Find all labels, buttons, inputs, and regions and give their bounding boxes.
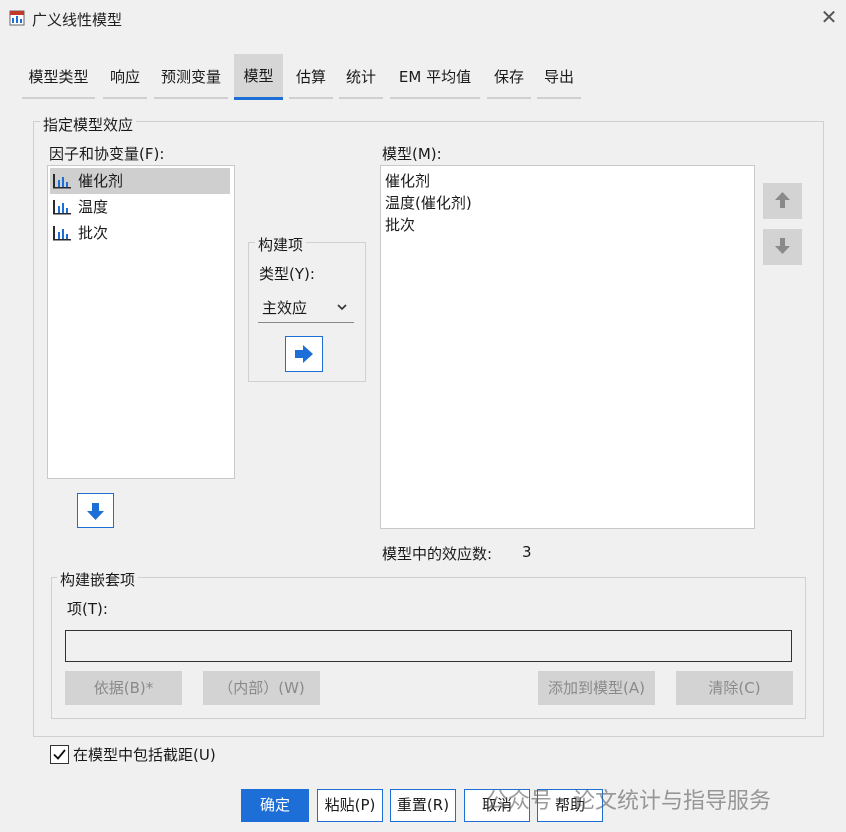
list-item[interactable]: 批次 [385,214,415,236]
add-to-model-button[interactable]: 添加到模型(A) [538,671,655,705]
reset-button[interactable]: 重置(R) [390,789,456,822]
list-item[interactable]: 催化剂 [50,168,230,194]
arrow-up-icon [775,192,790,208]
checkmark-icon [53,749,66,760]
watermark: 公众号 · 论文统计与指导服务 [486,789,771,814]
model-list[interactable]: 催化剂 温度(催化剂) 批次 [380,165,755,529]
ok-button[interactable]: 确定 [241,789,309,822]
effects-count-label: 模型中的效应数: [382,545,493,563]
chevron-down-icon [337,304,347,311]
effects-count-value: 3 [522,543,532,561]
clear-button[interactable]: 清除(C) [676,671,793,705]
paste-button[interactable]: 粘贴(P) [317,789,383,822]
term-label: 项(T): [67,600,108,618]
app-icon [9,10,25,26]
type-select[interactable]: 主效应 [258,292,354,323]
move-down-button[interactable] [763,229,802,265]
list-item[interactable]: 温度(催化剂) [385,192,472,214]
term-input[interactable] [65,630,792,662]
specify-effects-legend: 指定模型效应 [40,114,137,135]
list-item[interactable]: 温度 [50,194,230,220]
arrow-down-icon [87,503,104,520]
tab-response[interactable]: 响应 [103,57,147,99]
nominal-variable-icon [53,200,71,215]
tab-predictors[interactable]: 预测变量 [154,57,228,99]
type-select-value: 主效应 [262,299,308,317]
tab-model[interactable]: 模型 [234,54,283,100]
tab-estimation[interactable]: 估算 [289,57,333,99]
move-to-nested-button[interactable] [77,493,114,528]
nominal-variable-icon [53,174,71,189]
tab-statistics[interactable]: 统计 [339,57,383,99]
tab-model-type[interactable]: 模型类型 [22,57,95,99]
close-icon[interactable]: ✕ [818,6,840,28]
tab-export[interactable]: 导出 [537,57,581,99]
list-item[interactable]: 催化剂 [385,170,430,192]
factors-list[interactable]: 催化剂 温度 批次 [47,165,235,479]
nominal-variable-icon [53,226,71,241]
move-up-button[interactable] [763,183,802,219]
factors-label: 因子和协变量(F): [49,145,165,163]
factor-label: 催化剂 [78,172,124,190]
arrow-down-icon [775,238,790,254]
build-terms-legend: 构建项 [255,234,307,255]
type-label: 类型(Y): [259,265,315,283]
list-item[interactable]: 批次 [50,220,230,246]
window-title: 广义线性模型 [32,11,123,29]
arrow-right-icon [295,345,313,363]
intercept-checkbox[interactable] [50,745,69,764]
factor-label: 批次 [78,224,109,242]
model-label: 模型(M): [382,145,442,163]
by-button[interactable]: 依据(B)* [65,671,182,705]
factor-label: 温度 [78,198,109,216]
within-button[interactable]: （内部）(W) [203,671,320,705]
nested-term-legend: 构建嵌套项 [57,569,139,590]
tab-em-means[interactable]: EM 平均值 [390,57,480,99]
tab-save[interactable]: 保存 [487,57,531,99]
intercept-label: 在模型中包括截距(U) [73,746,216,764]
title-bar [0,0,846,38]
add-term-button[interactable] [285,336,323,372]
